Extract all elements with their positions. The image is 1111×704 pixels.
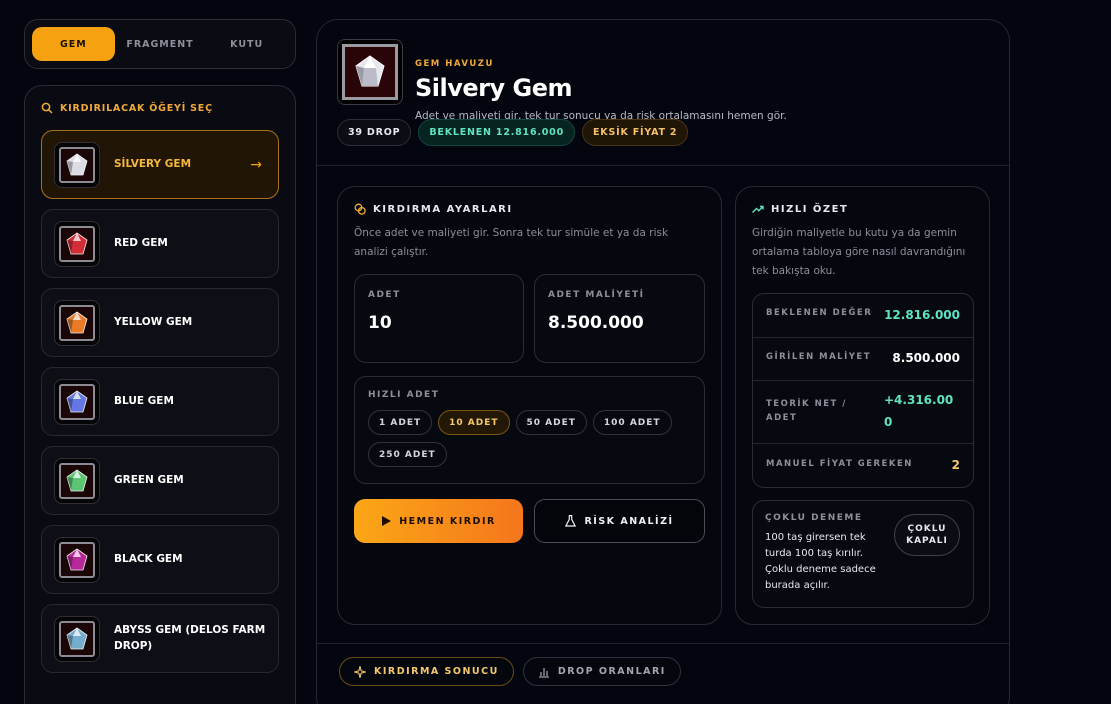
gem-name: YELLOW GEM [114, 315, 193, 328]
stat-theoretical-net: TEORİK NET / ADET +4.316.000 [753, 381, 973, 444]
gem-list: SİLVERY GEM → RED GEM YELLOW GEM BLUE GEM GRE… [41, 130, 279, 673]
gem-name: SİLVERY GEM [114, 157, 192, 170]
gem-icon [66, 311, 88, 333]
arrow-right-icon: → [250, 156, 262, 173]
tab-break-result[interactable]: KIRDIRMA SONUCU [339, 657, 514, 686]
action-buttons: HEMEN KIRDIR RİSK ANALİZİ [354, 499, 705, 543]
gem-icon [66, 232, 88, 254]
quantity-field[interactable]: ADET 10 [354, 274, 524, 363]
unit-cost-label: ADET MALİYETİ [548, 290, 645, 300]
gem-name: RED GEM [114, 236, 168, 249]
gem-thumbnail [54, 299, 100, 346]
unit-cost-value: 8.500.000 [548, 313, 644, 333]
gem-item[interactable]: GREEN GEM [41, 446, 279, 515]
stat-manual-price: MANUEL FİYAT GEREKEN 2 [766, 458, 960, 472]
drop-count-badge: 39 DROP [337, 119, 412, 146]
quick-quantity-button[interactable]: 10 ADET [438, 410, 510, 435]
quantity-label: ADET [368, 290, 401, 300]
expected-value-badge: BEKLENEN 12.816.000 [418, 119, 576, 146]
risk-analysis-button[interactable]: RİSK ANALİZİ [534, 499, 705, 543]
play-icon [382, 516, 392, 526]
gem-icon [66, 469, 88, 491]
divider [317, 643, 1009, 644]
item-sidebar: KIRDIRILACAK ÖĞEYİ SEÇ SİLVERY GEM → RED G… [24, 85, 296, 704]
unit-cost-field[interactable]: ADET MALİYETİ 8.500.000 [534, 274, 705, 363]
bar-chart-icon [538, 667, 549, 678]
quantity-value: 10 [368, 313, 392, 333]
missing-price-badge: EKSİK FİYAT 2 [582, 119, 689, 146]
gem-item[interactable]: RED GEM [41, 209, 279, 278]
gem-thumbnail [54, 141, 100, 188]
tab-drop-rates[interactable]: DROP ORANLARI [522, 657, 681, 686]
multi-trial-box: ÇOKLU DENEME 100 taş girersen tek turda … [752, 500, 974, 608]
multi-trial-text: 100 taş girersen tek turda 100 taş kırıl… [765, 532, 876, 591]
sidebar-heading: KIRDIRILACAK ÖĞEYİ SEÇ [41, 102, 279, 114]
stat-entered-cost: GİRİLEN MALİYET 8.500.000 [753, 338, 973, 381]
gem-thumbnail [54, 378, 100, 425]
main-panel: GEM HAVUZU Silvery Gem Adet ve maliyeti … [316, 19, 1010, 704]
gem-icon [66, 390, 88, 412]
search-icon [41, 102, 53, 114]
gem-icon [66, 153, 88, 175]
divider [317, 165, 1009, 166]
stat-expected-value: BEKLENEN DEĞER 12.816.000 [753, 294, 973, 338]
gem-name: GREEN GEM [114, 473, 184, 486]
gem-thumbnail [54, 615, 100, 662]
info-chips: 39 DROP BEKLENEN 12.816.000 EKSİK FİYAT … [337, 119, 689, 146]
quick-quantity-button[interactable]: 50 ADET [515, 410, 587, 435]
gem-name: ABYSS GEM (DELOS FARM DROP) [114, 624, 266, 652]
gem-item[interactable]: YELLOW GEM [41, 288, 279, 357]
summary-stats: BEKLENEN DEĞER 12.816.000 GİRİLEN MALİYE… [752, 293, 974, 488]
gem-item[interactable]: SİLVERY GEM → [41, 130, 279, 199]
quick-quantity-label: HIZLI ADET [368, 390, 440, 400]
gem-item[interactable]: BLACK GEM [41, 525, 279, 594]
quick-quantity-button[interactable]: 250 ADET [368, 442, 447, 467]
gem-thumbnail [54, 220, 100, 267]
quick-quantity-button[interactable]: 1 ADET [368, 410, 433, 435]
hero-kicker: GEM HAVUZU [415, 59, 494, 69]
tab-fragment[interactable]: FRAGMENT [119, 27, 202, 61]
summary-card: HIZLI ÖZET Girdiğin maliyetle bu kutu ya… [735, 186, 990, 625]
gem-thumbnail [54, 536, 100, 583]
gem-name: BLACK GEM [114, 552, 183, 565]
summary-title: HIZLI ÖZET [752, 203, 973, 215]
gem-item[interactable]: BLUE GEM [41, 367, 279, 436]
result-tabs: KIRDIRMA SONUCU DROP ORANLARI [339, 657, 681, 686]
flask-icon [565, 515, 577, 527]
tab-kutu[interactable]: KUTU [205, 27, 288, 61]
gem-icon [66, 627, 88, 649]
multi-trial-toggle[interactable]: ÇOKLU KAPALI [894, 514, 960, 556]
tab-gem[interactable]: GEM [32, 27, 115, 61]
settings-card: KIRDIRMA AYARLARI Önce adet ve maliyeti … [337, 186, 722, 625]
summary-desc: Girdiğin maliyetle bu kutu ya da gemin o… [752, 227, 966, 277]
coins-icon [354, 203, 366, 215]
run-now-button[interactable]: HEMEN KIRDIR [354, 499, 523, 543]
trend-up-icon [752, 205, 764, 213]
gem-icon [355, 55, 385, 87]
gem-name: BLUE GEM [114, 394, 174, 407]
page-title: Silvery Gem [415, 74, 572, 102]
gem-icon [66, 548, 88, 570]
settings-desc: Önce adet ve maliyeti gir. Sonra tek tur… [354, 227, 669, 258]
settings-title: KIRDIRMA AYARLARI [354, 203, 705, 215]
gem-item[interactable]: ABYSS GEM (DELOS FARM DROP) [41, 604, 279, 673]
sidebar-heading-text: KIRDIRILACAK ÖĞEYİ SEÇ [60, 102, 213, 114]
category-tabs: GEM FRAGMENT KUTU [24, 19, 296, 69]
gem-image [337, 39, 403, 105]
sparkle-icon [354, 665, 366, 678]
quick-quantity-button[interactable]: 100 ADET [592, 410, 672, 435]
quick-quantity-options: 1 ADET 10 ADET 50 ADET 100 ADET 250 ADET [368, 410, 691, 467]
quick-quantity: HIZLI ADET 1 ADET 10 ADET 50 ADET 100 ADET 2… [354, 376, 705, 484]
gem-thumbnail [54, 457, 100, 504]
